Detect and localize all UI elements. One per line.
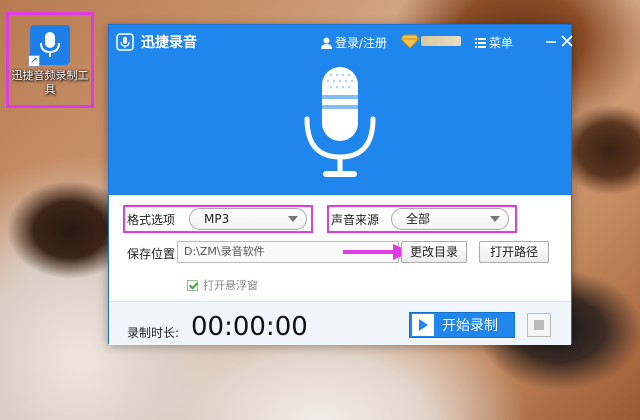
app-logo-icon: [115, 32, 135, 52]
vip-badge[interactable]: [401, 33, 461, 49]
microphone-app-icon: ↗: [28, 25, 70, 67]
menu-button[interactable]: 菜单: [475, 34, 513, 51]
login-label: 登录/注册: [335, 36, 388, 50]
menu-label: 菜单: [489, 36, 514, 50]
source-label: 声音来源: [331, 213, 380, 227]
list-icon: [475, 37, 486, 48]
start-recording-label: 开始录制: [442, 318, 498, 334]
change-directory-button[interactable]: 更改目录: [401, 241, 467, 263]
chevron-down-icon: [490, 216, 500, 222]
login-button[interactable]: 登录/注册: [321, 34, 387, 51]
stop-button[interactable]: [527, 313, 551, 337]
source-selected-value: 全部: [406, 212, 431, 226]
source-select[interactable]: 全部: [391, 208, 509, 230]
floating-window-checkbox[interactable]: [187, 279, 198, 291]
close-button[interactable]: [559, 33, 575, 49]
vip-bar: [421, 36, 461, 46]
recording-duration-value: 00:00:00: [191, 312, 308, 342]
shortcut-arrow-icon: ↗: [28, 55, 40, 67]
minimize-button[interactable]: [543, 33, 559, 49]
floating-window-option[interactable]: 打开悬浮窗: [187, 277, 258, 293]
footer-bar: 录制时长: 00:00:00 开始录制: [109, 301, 571, 345]
desktop-shortcut-icon[interactable]: ↗ 迅捷音频录制工具: [6, 12, 94, 108]
app-window: 迅捷录音 登录/注册 菜单 格式选项 MP3 声音来源 全部 保存位置 D:\Z…: [108, 24, 575, 345]
open-path-button[interactable]: 打开路径: [479, 241, 549, 263]
diamond-icon: [401, 34, 419, 48]
format-label: 格式选项: [127, 213, 176, 227]
stop-icon: [534, 320, 544, 330]
format-select[interactable]: MP3: [189, 208, 307, 230]
play-icon: [412, 314, 434, 336]
minimize-icon: [546, 41, 556, 43]
save-location-label: 保存位置: [127, 247, 176, 261]
user-icon: [321, 37, 332, 49]
desktop-icon-label: 迅捷音频录制工具: [11, 69, 89, 96]
microphone-hero-icon: [304, 67, 376, 177]
floating-window-label: 打开悬浮窗: [203, 279, 258, 292]
start-recording-button[interactable]: 开始录制: [409, 312, 515, 338]
format-selected-value: MP3: [204, 212, 230, 226]
recording-duration-label: 录制时长:: [127, 326, 180, 340]
chevron-down-icon: [288, 216, 298, 222]
app-title: 迅捷录音: [141, 35, 197, 51]
close-icon: [561, 35, 573, 47]
